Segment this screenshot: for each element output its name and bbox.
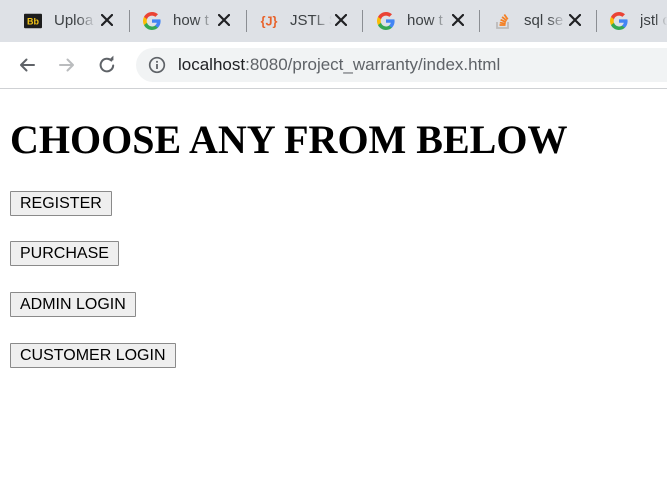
svg-text:Bb: Bb [27,17,39,27]
forward-arrow-icon[interactable] [55,53,79,77]
tab-1[interactable]: Bb Uploa [12,0,130,42]
tab-strip: Bb Uploa how t {J} JSTL how t sql se jst… [0,0,667,42]
tab-separator [479,10,480,32]
tab-2[interactable]: how t [131,0,247,42]
tab-separator [129,10,130,32]
tab-title: how t [407,12,443,29]
site-info-icon[interactable] [148,56,166,74]
url-host: localhost [178,55,246,74]
blackboard-icon: Bb [24,12,42,30]
tab-title: Uploa [54,12,94,29]
google-icon [143,12,161,30]
tab-6[interactable]: jstl c [598,0,667,42]
page-heading: CHOOSE ANY FROM BELOW [10,117,568,162]
google-icon [377,12,395,30]
tab-title: how t [173,12,209,29]
tab-title: jstl c [640,12,667,29]
close-icon[interactable] [215,11,233,29]
back-arrow-icon[interactable] [15,53,39,77]
close-icon[interactable] [332,11,350,29]
close-icon[interactable] [449,11,467,29]
purchase-button[interactable]: PURCHASE [10,241,119,266]
close-icon[interactable] [98,11,116,29]
tab-5[interactable]: sql se [482,0,598,42]
tab-separator [362,10,363,32]
tab-title: JSTL S [290,12,332,29]
svg-text:{J}: {J} [261,15,278,29]
reload-icon[interactable] [95,53,119,77]
page-content: CHOOSE ANY FROM BELOW REGISTER PURCHASE … [0,89,667,501]
jstl-icon: {J} [260,12,278,30]
tab-separator [246,10,247,32]
browser-toolbar: localhost:8080/project_warranty/index.ht… [0,42,667,89]
tab-title: sql se [524,12,564,29]
url-path: :8080/project_warranty/index.html [245,55,501,74]
admin-login-button[interactable]: ADMIN LOGIN [10,292,136,317]
close-icon[interactable] [566,11,584,29]
stackoverflow-icon [494,12,512,30]
tab-4[interactable]: how t [365,0,481,42]
tab-3[interactable]: {J} JSTL S [248,0,364,42]
tab-separator [596,10,597,32]
url-text[interactable]: localhost:8080/project_warranty/index.ht… [178,55,500,75]
customer-login-button[interactable]: CUSTOMER LOGIN [10,343,176,368]
google-icon [610,12,628,30]
register-button[interactable]: REGISTER [10,191,112,216]
address-bar[interactable]: localhost:8080/project_warranty/index.ht… [136,48,667,82]
